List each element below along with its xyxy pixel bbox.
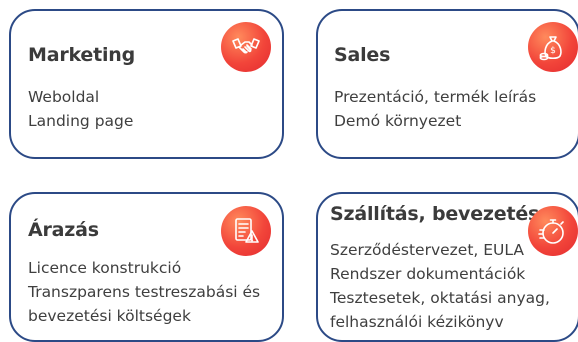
card-line: Transzparens testreszabási és [28, 283, 261, 301]
card-title: Szállítás, bevezetés [330, 203, 540, 225]
card-lines: Szerződéstervezet, EULA Rendszer dokumen… [330, 238, 550, 334]
card-delivery: Szállítás, bevezetés Szerződéstervezet, … [316, 192, 578, 342]
card-line: Demó környezet [334, 112, 462, 130]
card-title: Árazás [28, 219, 99, 241]
card-title: Sales [334, 44, 391, 66]
stopwatch-icon [528, 206, 578, 256]
card-lines: Licence konstrukció Transzparens testres… [28, 256, 260, 328]
card-line: felhasználói kézikönyv [330, 313, 504, 331]
card-line: Prezentáció, termék leírás [334, 88, 537, 106]
handshake-icon [221, 22, 271, 72]
card-pricing: Árazás Licence konstrukció Transzparens … [9, 192, 284, 342]
card-title: Marketing [28, 44, 136, 66]
card-line: Licence konstrukció [28, 259, 182, 277]
price-list-warning-icon [221, 206, 271, 256]
card-line: Weboldal [28, 88, 100, 106]
card-line: Tesztesetek, oktatási anyag, [330, 289, 550, 307]
card-line: Szerződéstervezet, EULA [330, 241, 524, 259]
money-bag-icon: $ [528, 22, 578, 72]
card-line: Landing page [28, 112, 134, 130]
card-sales: Sales Prezentáció, termék leírás Demó kö… [316, 9, 578, 159]
card-lines: Weboldal Landing page [28, 85, 133, 133]
card-line: bevezetési költségek [28, 307, 191, 325]
svg-text:$: $ [550, 46, 556, 56]
card-line: Rendszer dokumentációk [330, 265, 526, 283]
card-marketing: Marketing Weboldal Landing page [9, 9, 284, 159]
card-lines: Prezentáció, termék leírás Demó környeze… [334, 85, 536, 133]
